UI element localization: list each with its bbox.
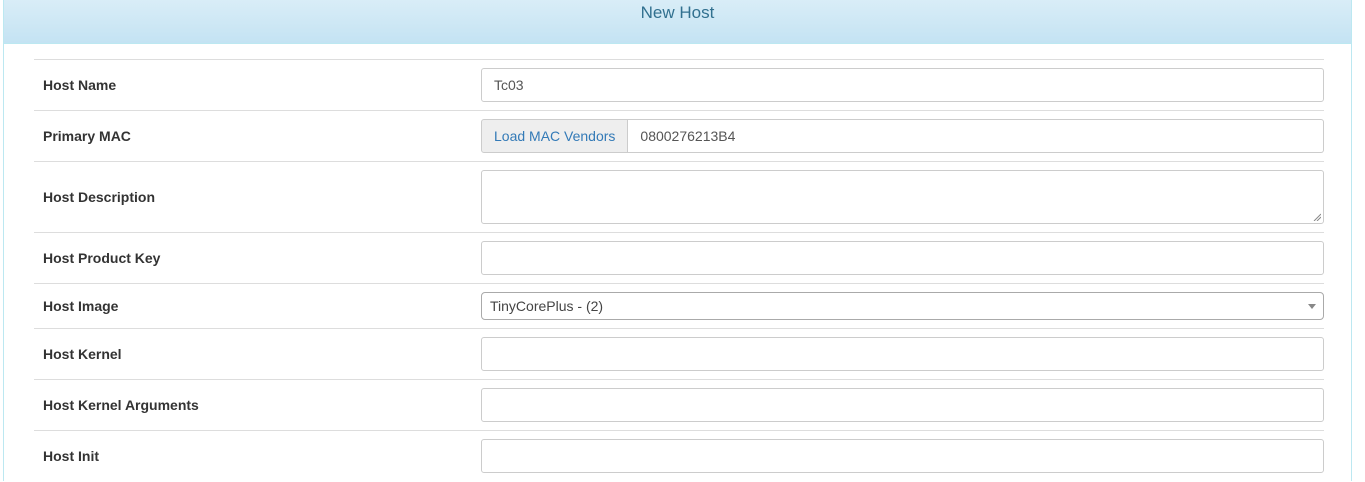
host-image-label: Host Image: [34, 283, 481, 329]
host-kernel-arguments-label: Host Kernel Arguments: [34, 379, 481, 431]
form-row-host-kernel-arguments: Host Kernel Arguments: [34, 379, 1324, 431]
host-name-input[interactable]: Tc03: [481, 68, 1324, 102]
host-image-selected: TinyCorePlus - (2): [490, 298, 604, 314]
form-row-host-product-key: Host Product Key: [34, 232, 1324, 284]
host-description-textarea[interactable]: [481, 170, 1324, 224]
host-product-key-label: Host Product Key: [34, 232, 481, 284]
host-kernel-input[interactable]: [481, 337, 1324, 371]
primary-mac-group: Load MAC Vendors 0800276213B4: [481, 119, 1324, 153]
form-row-host-description: Host Description: [34, 161, 1324, 233]
new-host-panel: New Host Host Name Tc03 Primary MAC Load…: [3, 0, 1352, 482]
primary-mac-input[interactable]: 0800276213B4: [628, 119, 1324, 153]
host-kernel-label: Host Kernel: [34, 328, 481, 380]
form-row-primary-mac: Primary MAC Load MAC Vendors 0800276213B…: [34, 110, 1324, 162]
primary-mac-value: 0800276213B4: [640, 128, 736, 144]
form-row-host-image: Host Image TinyCorePlus - (2): [34, 283, 1324, 329]
panel-heading: New Host: [4, 0, 1351, 44]
host-name-value: Tc03: [494, 77, 524, 93]
host-kernel-arguments-input[interactable]: [481, 388, 1324, 422]
load-mac-vendors-button[interactable]: Load MAC Vendors: [481, 119, 629, 153]
host-name-label: Host Name: [34, 59, 481, 111]
host-description-label: Host Description: [34, 161, 481, 233]
host-init-input[interactable]: [481, 439, 1324, 474]
host-form: Host Name Tc03 Primary MAC Load MAC Vend…: [34, 59, 1324, 482]
host-product-key-input[interactable]: [481, 241, 1324, 275]
form-row-host-name: Host Name Tc03: [34, 59, 1324, 111]
primary-mac-label: Primary MAC: [34, 110, 481, 162]
form-row-host-kernel: Host Kernel: [34, 328, 1324, 380]
panel-title: New Host: [640, 3, 715, 22]
host-init-label: Host Init: [34, 430, 481, 482]
form-row-host-init: Host Init: [34, 430, 1324, 482]
host-image-select[interactable]: TinyCorePlus - (2): [481, 292, 1324, 320]
chevron-down-icon: [1308, 303, 1316, 309]
resize-grip-icon[interactable]: [1313, 213, 1321, 221]
